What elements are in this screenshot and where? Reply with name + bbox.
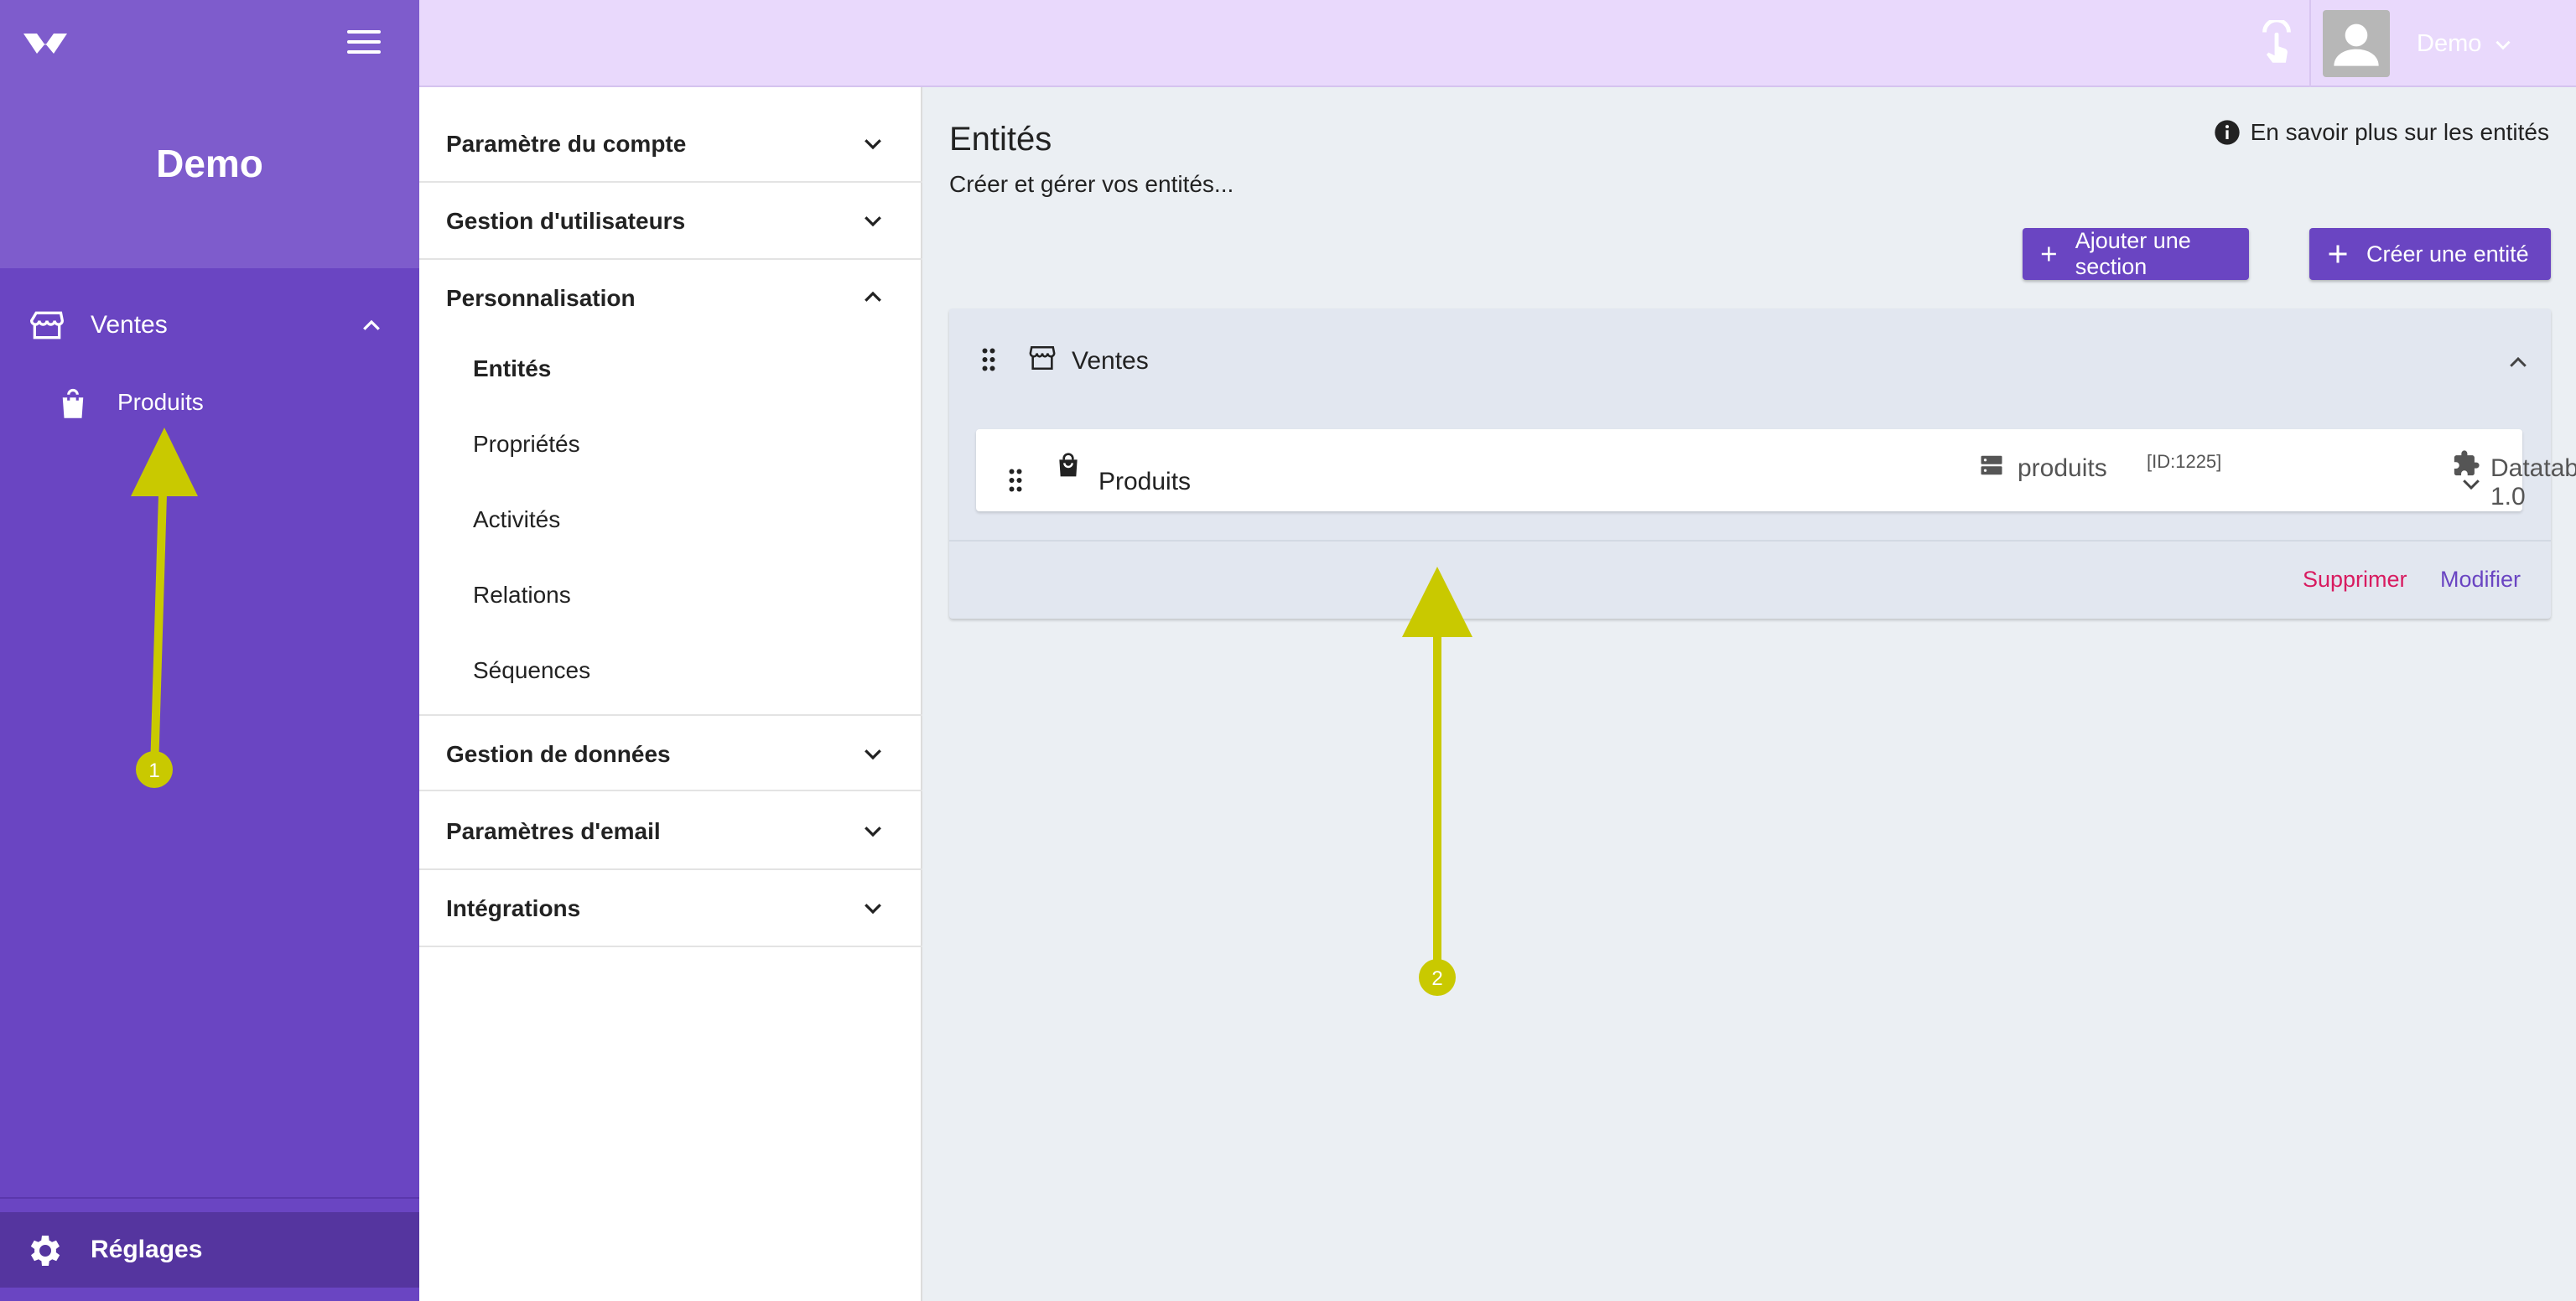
shopping-bag-icon (62, 389, 84, 418)
settings-item-label: Propriétés (473, 431, 580, 457)
accordion-label: Paramètre du compte (446, 131, 687, 157)
accordion-integrations[interactable]: Intégrations (419, 870, 922, 947)
chevron-down-icon[interactable] (2459, 471, 2484, 496)
menu-icon[interactable] (347, 30, 381, 55)
chevron-down-icon (865, 216, 881, 227)
chevron-up-icon[interactable] (2506, 350, 2531, 376)
menu-line (347, 40, 381, 44)
accordion-email[interactable]: Paramètres d'email (419, 793, 922, 870)
settings-item-entites[interactable]: Entités (419, 330, 922, 406)
workspace-name: Demo (156, 142, 263, 185)
drag-handle-icon[interactable] (981, 347, 996, 372)
logo-icon[interactable] (20, 27, 70, 60)
arrow-head (131, 428, 198, 496)
learn-more-link[interactable]: En savoir plus sur les entités (2214, 116, 2549, 149)
chevron-up-icon (363, 319, 380, 330)
entity-table-id: [ID:1225] (2147, 451, 2222, 472)
page-title: Entités (949, 121, 1052, 158)
settings-panel: Paramètre du compte Gestion d'utilisateu… (419, 87, 922, 1301)
arrow-number: 2 (1431, 967, 1442, 990)
accordion-label: Personnalisation (446, 285, 636, 311)
sidebar-item-settings[interactable]: Réglages (0, 1212, 419, 1288)
settings-item-relations[interactable]: Relations (419, 557, 922, 632)
chevron-down-icon[interactable] (2492, 34, 2514, 55)
topbar-separator (2309, 0, 2311, 87)
chevron-down-icon (865, 139, 881, 150)
settings-item-label: Relations (473, 582, 571, 608)
sidebar-divider (0, 1197, 419, 1199)
touch-icon[interactable] (2252, 20, 2301, 69)
accordion-label: Paramètres d'email (446, 818, 661, 844)
edit-button[interactable]: Modifier (2440, 567, 2521, 593)
shopping-bag-icon (1059, 453, 1078, 477)
arrow-head (1402, 567, 1472, 637)
entity-name: Produits (1098, 468, 1192, 495)
arrow-number: 1 (148, 759, 159, 782)
settings-item-label: Entités (473, 355, 552, 381)
accordion-compte[interactable]: Paramètre du compte (419, 106, 922, 183)
sidebar-group-ventes[interactable]: Ventes (0, 292, 419, 359)
avatar[interactable] (2323, 10, 2390, 77)
user-icon (2334, 23, 2379, 66)
annotation-arrow-1: 1 (131, 428, 198, 788)
accordion-label: Intégrations (446, 895, 581, 921)
chevron-down-icon (865, 904, 881, 915)
settings-item-label: Séquences (473, 657, 591, 683)
settings-item-proprietes[interactable]: Propriétés (419, 406, 922, 481)
accordion-utilisateurs[interactable]: Gestion d'utilisateurs (419, 183, 922, 260)
plus-icon (2041, 246, 2056, 262)
delete-button[interactable]: Supprimer (2303, 567, 2407, 593)
info-icon (2214, 120, 2240, 145)
learn-more-label: En savoir plus sur les entités (2250, 119, 2549, 145)
gear-icon (30, 1236, 60, 1266)
store-icon (30, 311, 64, 340)
section-header[interactable]: Ventes (949, 308, 2551, 416)
sidebar-group-label: Ventes (91, 311, 168, 339)
page-subtitle: Créer et gérer vos entités... (949, 171, 1234, 197)
menu-line (347, 50, 381, 54)
entity-row[interactable]: Produits produits [ID:1225] Datatable 1.… (976, 429, 2576, 511)
section-card: Ventes Produits produits [ID:1225] Datat… (949, 308, 2576, 619)
chevron-down-icon (865, 749, 881, 760)
store-icon (1029, 345, 1056, 371)
main-content: Entités Créer et gérer vos entités... En… (922, 87, 2576, 1301)
entity-table-name: produits (2018, 454, 2107, 482)
accordion-personnalisation[interactable]: Personnalisation (419, 260, 922, 337)
settings-item-sequences[interactable]: Séquences (419, 632, 922, 708)
drag-handle-icon[interactable] (1008, 468, 1023, 493)
section-name: Ventes (1072, 347, 1149, 375)
chevron-down-icon (865, 827, 881, 837)
settings-item-label: Activités (473, 506, 561, 532)
add-section-button[interactable]: Ajouter une section (2023, 228, 2249, 280)
create-entity-label: Créer une entité (2366, 241, 2529, 267)
add-section-label: Ajouter une section (2075, 228, 2191, 279)
sidebar-brand: Demo (0, 0, 419, 268)
accordion-label: Gestion d'utilisateurs (446, 208, 686, 234)
sidebar-item-label: Produits (117, 389, 204, 415)
section-footer: Supprimer Modifier (949, 540, 2551, 619)
accordion-donnees[interactable]: Gestion de données (419, 714, 922, 791)
entity-plugin: Datatable 1.0 (2490, 454, 2576, 511)
top-bar: Demo (419, 0, 2576, 87)
menu-line (347, 30, 381, 34)
user-menu-name[interactable]: Demo (2417, 30, 2481, 58)
create-entity-button[interactable]: Créer une entité (2309, 228, 2551, 280)
arrow-shaft (150, 494, 167, 770)
annotation-arrow-2: 2 (1402, 567, 1472, 996)
database-icon (1981, 455, 2002, 475)
settings-item-activites[interactable]: Activités (419, 481, 922, 557)
accordion-label: Gestion de données (446, 741, 671, 767)
chevron-up-icon (865, 291, 881, 302)
plus-icon (2329, 245, 2347, 263)
settings-label: Réglages (91, 1236, 203, 1263)
